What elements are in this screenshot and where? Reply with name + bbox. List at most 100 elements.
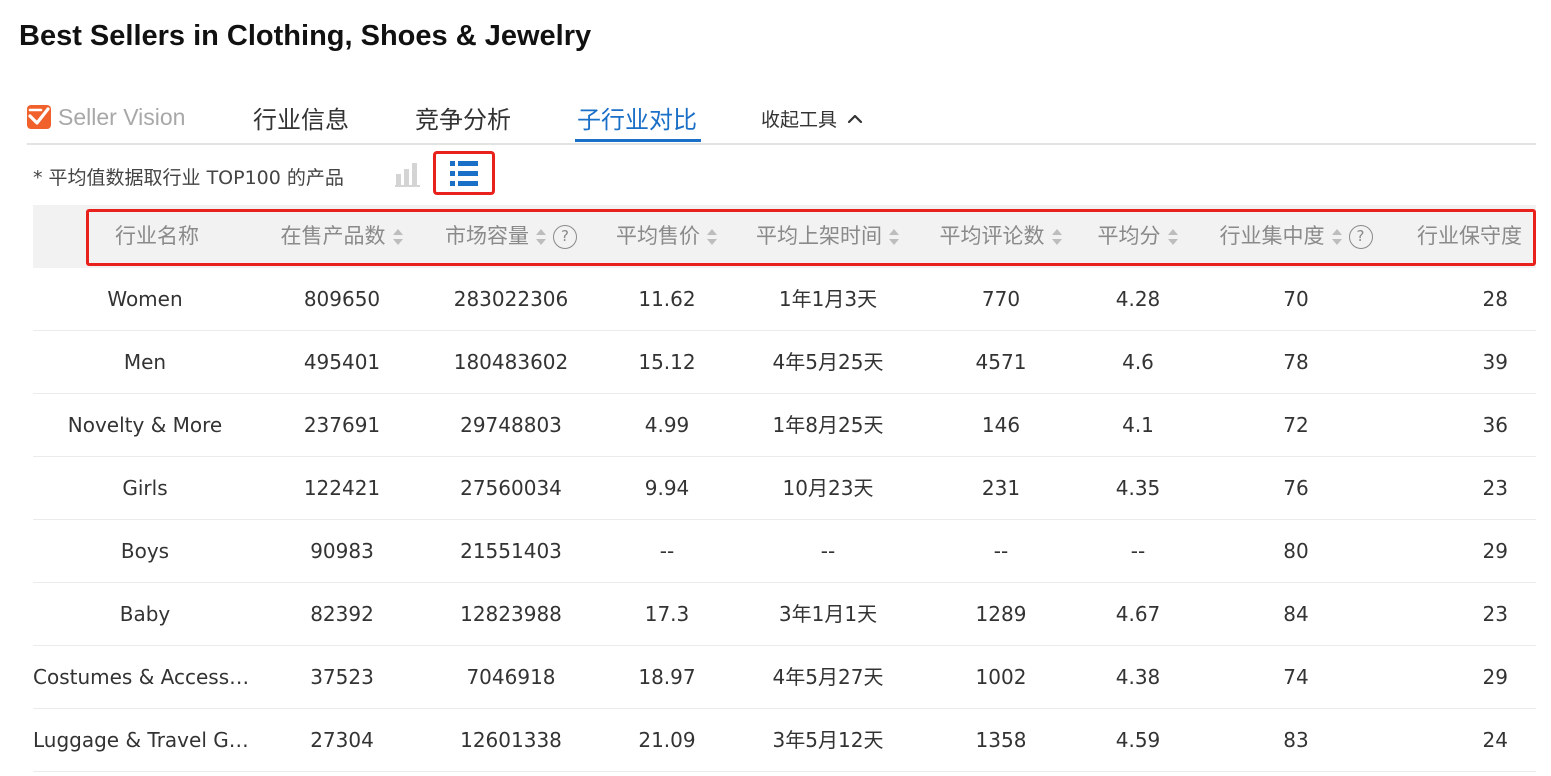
bar-chart-icon <box>395 163 420 187</box>
avg-rating-cell: 4.28 <box>1115 287 1161 311</box>
column-header-label: 行业名称 <box>115 224 199 248</box>
avg-price-cell: 11.62 <box>638 287 696 311</box>
table-row[interactable]: Luggage & Travel Gear 27304 12601338 21.09 3… <box>33 709 1536 772</box>
table-body: Women 809650 283022306 11.62 1年1月3天 770 4.28 70… <box>33 268 1536 772</box>
table-row[interactable]: Boys 90983 21551403 -- -- -- -- 80 29 <box>33 520 1536 583</box>
avg-rating-cell: 4.35 <box>1115 476 1161 500</box>
products-on-sale-cell: 37523 <box>310 665 374 689</box>
industry-concentration-cell: 80 <box>1283 539 1309 563</box>
table-row[interactable]: Girls 122421 27560034 9.94 10月23天 231 4.35 76 23 <box>33 457 1536 520</box>
avg-price-cell: 17.3 <box>644 602 690 626</box>
tool-tabs: Seller Vision 行业信息 竞争分析 子行业对比 收起工具 <box>27 96 1536 145</box>
avg-reviews-cell: 1002 <box>975 665 1027 689</box>
industry-conservatism-cell: 28 <box>1482 287 1508 311</box>
list-view-button[interactable] <box>433 151 495 195</box>
avg-listing-time-cell: 3年1月1天 <box>778 602 878 626</box>
column-header-market-capacity[interactable]: 市场容量? <box>427 205 595 268</box>
industry-concentration-cell: 76 <box>1283 476 1309 500</box>
avg-rating-cell: 4.59 <box>1115 728 1161 752</box>
column-header-avg-reviews[interactable]: 平均评论数 <box>921 205 1081 268</box>
column-header-label: 平均分 <box>1097 224 1161 248</box>
column-header-label: 平均售价 <box>616 224 700 248</box>
column-header-label: 行业保守度 <box>1417 224 1522 248</box>
avg-listing-time-cell: 3年5月12天 <box>772 728 884 752</box>
sort-icon[interactable] <box>888 226 900 248</box>
avg-listing-time-cell: -- <box>820 539 836 563</box>
column-header-label: 平均评论数 <box>939 224 1045 248</box>
avg-listing-time-cell: 1年8月25天 <box>772 413 884 437</box>
tab-industry-info[interactable]: 行业信息 <box>253 100 349 135</box>
column-header-industry-concentration[interactable]: 行业集中度? <box>1195 205 1397 268</box>
avg-listing-time-cell: 10月23天 <box>782 476 874 500</box>
avg-listing-time-cell: 4年5月25天 <box>772 350 884 374</box>
industry-concentration-cell: 83 <box>1283 728 1309 752</box>
help-icon[interactable]: ? <box>1348 224 1373 249</box>
chart-view-button[interactable] <box>394 160 422 188</box>
avg-rating-cell: 4.67 <box>1115 602 1161 626</box>
table-row[interactable]: Costumes & Accessor… 37523 7046918 18.97 4年5… <box>33 646 1536 709</box>
industry-conservatism-cell: 29 <box>1482 539 1508 563</box>
products-on-sale-cell: 122421 <box>303 476 381 500</box>
column-header-label: 行业集中度 <box>1219 224 1325 248</box>
products-on-sale-cell: 90983 <box>310 539 374 563</box>
avg-reviews-cell: 1358 <box>975 728 1027 752</box>
sort-icon[interactable] <box>392 226 404 248</box>
avg-price-cell: 9.94 <box>644 476 690 500</box>
chevron-up-icon <box>847 108 863 130</box>
market-capacity-cell: 12823988 <box>460 602 562 626</box>
column-header-avg-price[interactable]: 平均售价 <box>599 205 735 268</box>
table-row[interactable]: Baby 82392 12823988 17.3 3年1月1天 1289 4.67 84 23 <box>33 583 1536 646</box>
market-capacity-cell: 7046918 <box>466 665 556 689</box>
seller-vision-brand[interactable]: Seller Vision <box>27 103 186 130</box>
avg-reviews-cell: 1289 <box>975 602 1027 626</box>
collapse-tools-label: 收起工具 <box>761 109 838 131</box>
avg-price-cell: -- <box>659 539 675 563</box>
avg-price-cell: 4.99 <box>644 413 690 437</box>
column-header-label: 市场容量 <box>445 224 529 248</box>
column-header-avg-listing-time[interactable]: 平均上架时间 <box>739 205 917 268</box>
table-row[interactable]: Women 809650 283022306 11.62 1年1月3天 770 4.28 70… <box>33 268 1536 331</box>
industry-name-cell: Baby <box>119 602 171 626</box>
help-icon[interactable]: ? <box>553 224 577 249</box>
sort-icon[interactable] <box>1051 226 1063 248</box>
industry-name-cell: Women <box>107 287 183 311</box>
market-capacity-cell: 283022306 <box>453 287 569 311</box>
sort-icon[interactable] <box>535 226 547 248</box>
tab-competition-analysis[interactable]: 竞争分析 <box>415 100 511 135</box>
products-on-sale-cell: 809650 <box>303 287 381 311</box>
industry-concentration-cell: 84 <box>1283 602 1309 626</box>
industry-name-cell: Men <box>123 350 167 374</box>
column-header-products-on-sale[interactable]: 在售产品数 <box>262 205 422 268</box>
column-header-label: 平均上架时间 <box>756 224 882 248</box>
industry-concentration-cell: 70 <box>1283 287 1309 311</box>
industry-name-cell: Luggage & Travel Gear <box>33 728 257 752</box>
average-data-note: * 平均值数据取行业 TOP100 的产品 <box>33 167 344 189</box>
avg-price-cell: 18.97 <box>638 665 696 689</box>
table-row[interactable]: Men 495401 180483602 15.12 4年5月25天 4571 4.6 78 3… <box>33 331 1536 394</box>
collapse-tools-button[interactable]: 收起工具 <box>761 105 863 132</box>
market-capacity-cell: 27560034 <box>460 476 562 500</box>
avg-rating-cell: 4.6 <box>1122 350 1154 374</box>
table-row[interactable]: Novelty & More 237691 29748803 4.99 1年8月25天 1… <box>33 394 1536 457</box>
tab-sub-industry-compare[interactable]: 子行业对比 <box>577 100 697 135</box>
avg-reviews-cell: 146 <box>981 413 1021 437</box>
column-header-label: 在售产品数 <box>280 224 386 248</box>
avg-reviews-cell: 770 <box>981 287 1021 311</box>
sort-icon[interactable] <box>1167 226 1179 248</box>
avg-rating-cell: -- <box>1130 539 1146 563</box>
column-header-industry-name: 行业名称 <box>87 205 227 268</box>
market-capacity-cell: 180483602 <box>453 350 569 374</box>
avg-reviews-cell: 231 <box>981 476 1021 500</box>
avg-listing-time-cell: 1年1月3天 <box>778 287 878 311</box>
brand-name: Seller Vision <box>58 103 186 130</box>
column-header-avg-rating[interactable]: 平均分 <box>1085 205 1191 268</box>
market-capacity-cell: 21551403 <box>460 539 562 563</box>
sort-icon[interactable] <box>1331 226 1343 248</box>
industry-name-cell: Girls <box>122 476 168 500</box>
industry-conservatism-cell: 36 <box>1482 413 1508 437</box>
sort-icon[interactable] <box>706 226 718 248</box>
avg-reviews-cell: -- <box>993 539 1009 563</box>
products-on-sale-cell: 82392 <box>310 602 374 626</box>
avg-reviews-cell: 4571 <box>975 350 1027 374</box>
products-on-sale-cell: 237691 <box>303 413 381 437</box>
